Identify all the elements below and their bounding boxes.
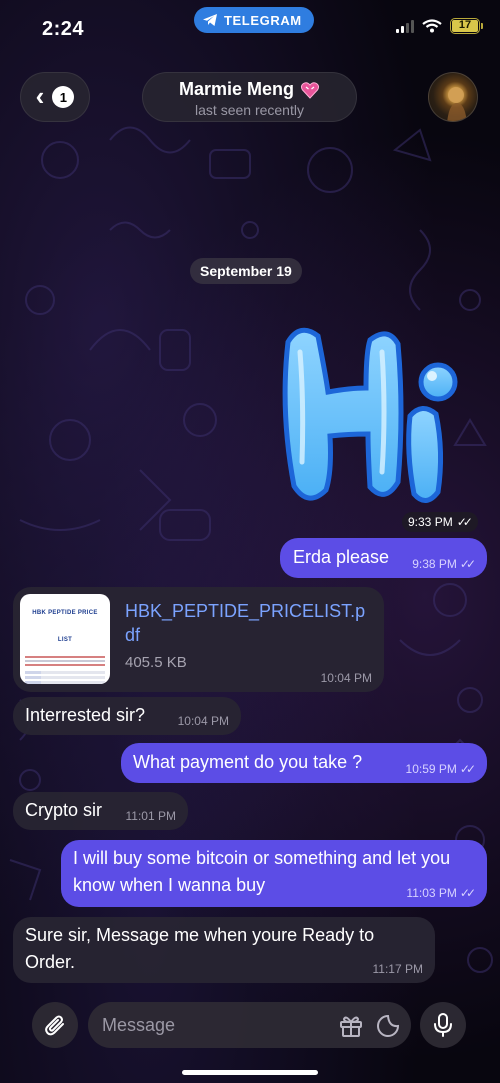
chat-title[interactable]: Marmie Meng last seen recently — [142, 72, 357, 122]
paperclip-icon — [45, 1015, 64, 1036]
telegram-icon — [203, 14, 217, 26]
message-time: 10:59 PM — [405, 762, 457, 776]
hi-sticker[interactable]: Hi — [270, 322, 470, 512]
message-bubble-in[interactable]: Interrested sir? 10:04 PM — [13, 697, 241, 735]
message-field[interactable] — [88, 1002, 411, 1048]
pdf-thumbnail[interactable]: HBK PEPTIDE PRICE LIST — [20, 594, 110, 684]
microphone-icon — [434, 1013, 452, 1037]
message-time: 10:04 PM — [177, 714, 229, 728]
message-time: 9:38 PM — [412, 557, 457, 571]
message-text: Erda please — [293, 547, 390, 567]
read-checks-icon: ✓✓ — [459, 886, 476, 900]
message-time: 11:03 PM — [406, 886, 457, 900]
message-text: Sure sir, Message me when youre Ready to… — [25, 925, 375, 972]
status-time: 2:24 — [42, 18, 85, 40]
avatar[interactable] — [428, 72, 478, 122]
message-time: 11:01 PM — [125, 809, 176, 823]
message-text: Interrested sir? — [25, 705, 146, 725]
unread-count-badge: 1 — [52, 86, 75, 108]
sticker-timestamp: 9:33 PM ✓✓ — [402, 512, 478, 532]
attach-button[interactable] — [32, 1002, 78, 1048]
date-divider: September 19 — [190, 258, 302, 284]
cellular-signal-icon — [396, 19, 414, 33]
chevron-left-icon: ‹ — [35, 81, 45, 111]
wifi-icon — [422, 19, 442, 33]
message-bubble-out[interactable]: I will buy some bitcoin or something and… — [61, 840, 487, 907]
message-bubble-in[interactable]: Sure sir, Message me when youre Ready to… — [13, 917, 435, 983]
telegram-pill-label: TELEGRAM — [224, 12, 302, 28]
file-message-bubble[interactable]: HBK PEPTIDE PRICE LIST HBK_PEPTIDE_PRICE… — [13, 587, 384, 692]
file-name-link[interactable]: HBK_PEPTIDE_PRICELIST.pdf — [125, 599, 375, 647]
read-checks-icon: ✓✓ — [459, 762, 476, 776]
message-time: 10:04 PM — [320, 671, 372, 685]
heart-emoji-icon — [300, 81, 320, 99]
message-bubble-in[interactable]: Crypto sir 11:01 PM — [13, 792, 188, 830]
home-indicator — [182, 1070, 318, 1075]
back-button[interactable]: ‹ 1 — [20, 72, 90, 122]
message-bubble-out[interactable]: What payment do you take ? 10:59 PM ✓✓ — [121, 743, 487, 783]
battery-level: 17 — [452, 20, 478, 32]
gift-icon[interactable] — [338, 1013, 364, 1039]
message-input[interactable] — [102, 1002, 332, 1048]
voice-record-button[interactable] — [420, 1002, 466, 1048]
sticker-time: 9:33 PM — [408, 515, 453, 529]
sticker-icon[interactable] — [375, 1013, 401, 1039]
read-checks-icon: ✓✓ — [456, 515, 473, 529]
read-checks-icon: ✓✓ — [459, 557, 476, 571]
contact-name: Marmie Meng — [178, 79, 295, 99]
message-time: 11:17 PM — [372, 962, 423, 976]
pdf-thumbnail-title: HBK PEPTIDE PRICE LIST — [32, 610, 98, 643]
status-bar: 2:24 TELEGRAM 17 — [0, 0, 500, 56]
battery-icon: 17 — [450, 18, 483, 34]
message-text: What payment do you take ? — [133, 752, 363, 772]
contact-last-seen: last seen recently — [195, 102, 304, 118]
message-bubble-out[interactable]: Erda please 9:38 PM ✓✓ — [280, 538, 487, 578]
telegram-pill[interactable]: TELEGRAM — [194, 7, 314, 33]
message-text: Crypto sir — [25, 800, 103, 820]
file-size: 405.5 KB — [125, 654, 187, 671]
